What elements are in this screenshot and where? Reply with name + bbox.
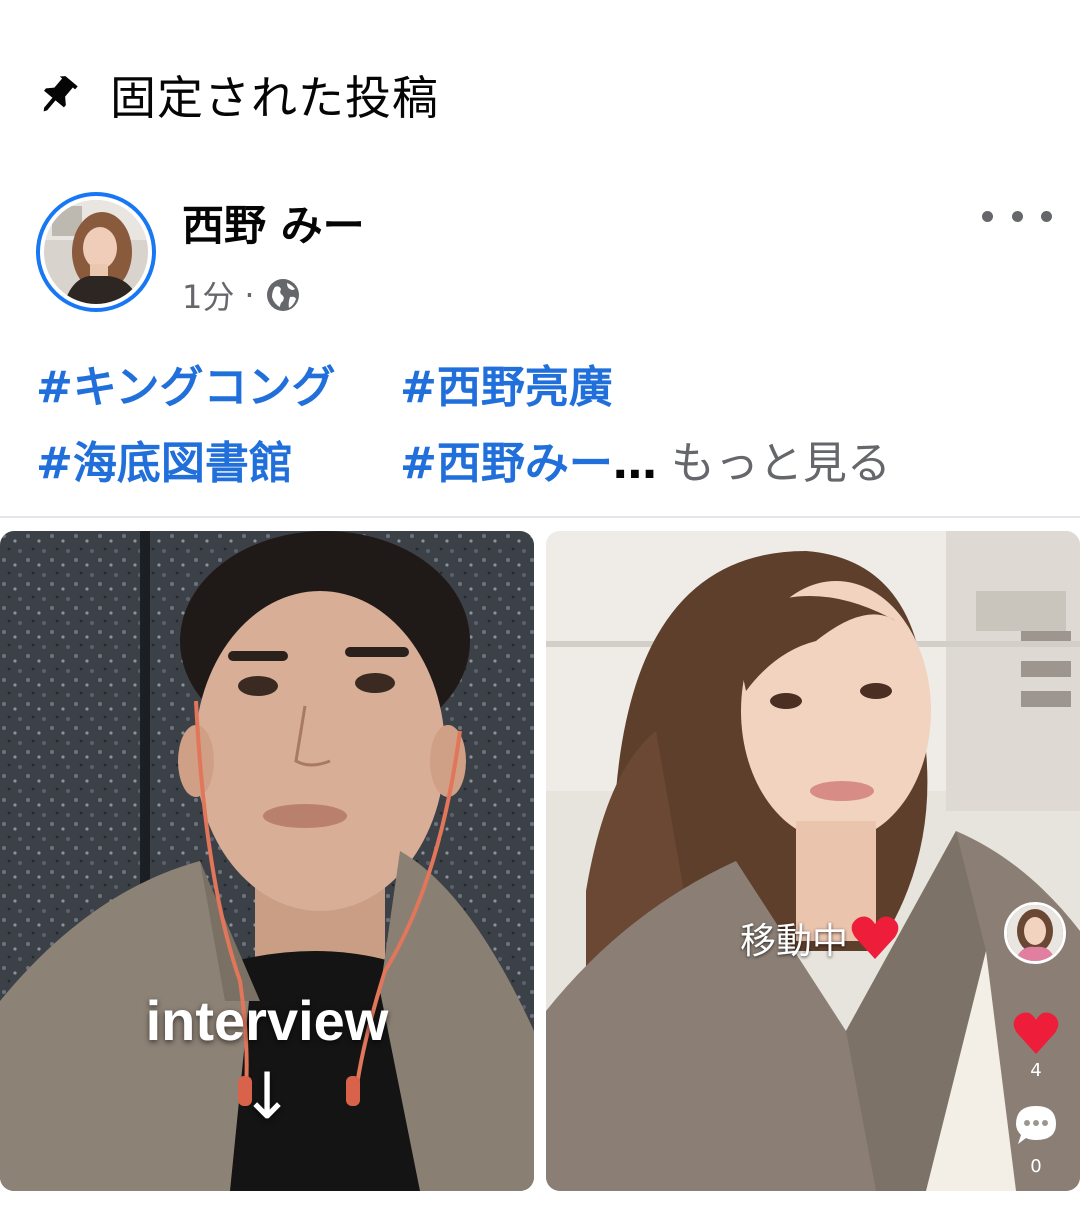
hashtag-link[interactable]: #海底図書館 bbox=[36, 426, 400, 502]
pin-icon bbox=[43, 76, 78, 112]
hashtag-link[interactable]: #西野亮廣 bbox=[400, 350, 613, 426]
video-caption: 移動中 bbox=[740, 912, 900, 964]
meta-separator: · bbox=[244, 276, 255, 314]
like-count: 4 bbox=[1030, 1060, 1042, 1081]
truncation-ellipsis: … bbox=[612, 438, 657, 489]
comment-bubble-icon[interactable] bbox=[1012, 1102, 1060, 1150]
divider bbox=[0, 516, 1080, 518]
avatar bbox=[44, 200, 148, 304]
author-avatar[interactable] bbox=[36, 192, 156, 312]
hashtag-row: #キングコング #西野亮廣 bbox=[36, 350, 1046, 426]
hashtag-row: #海底図書館 #西野みー … もっと見る bbox=[36, 426, 1046, 502]
pinned-post-label: 固定された投稿 bbox=[110, 71, 439, 125]
heart-icon bbox=[851, 916, 899, 959]
post-time[interactable]: 1分 bbox=[182, 272, 234, 318]
down-arrow-icon: ↓ bbox=[240, 1060, 294, 1134]
more-options-button[interactable] bbox=[982, 196, 1052, 236]
creator-avatar[interactable] bbox=[1004, 902, 1066, 964]
post-text: #キングコング #西野亮廣 #海底図書館 #西野みー … もっと見る bbox=[36, 350, 1046, 502]
pinned-post-header: 固定された投稿 bbox=[36, 60, 439, 130]
see-more-link[interactable]: もっと見る bbox=[671, 426, 891, 502]
globe-icon bbox=[266, 279, 299, 311]
more-horizontal-icon bbox=[982, 210, 993, 222]
author-name[interactable]: 西野 みー bbox=[182, 192, 365, 253]
like-heart-icon[interactable] bbox=[1012, 1010, 1060, 1056]
hashtag-link[interactable]: #キングコング bbox=[36, 350, 400, 426]
video-overlay-text: interview bbox=[145, 989, 389, 1052]
comment-count: 0 bbox=[1030, 1156, 1042, 1177]
facebook-post-screen: 固定された投稿 西野 みー 1分 · #キングコング #西野亮廣 #海底図書館 … bbox=[0, 0, 1080, 1211]
caption-text: 移動中 bbox=[740, 921, 849, 962]
post-meta: 1分 · bbox=[182, 272, 301, 318]
hashtag-link[interactable]: #西野みー bbox=[400, 426, 613, 502]
post-photo-right[interactable] bbox=[546, 531, 1080, 1191]
